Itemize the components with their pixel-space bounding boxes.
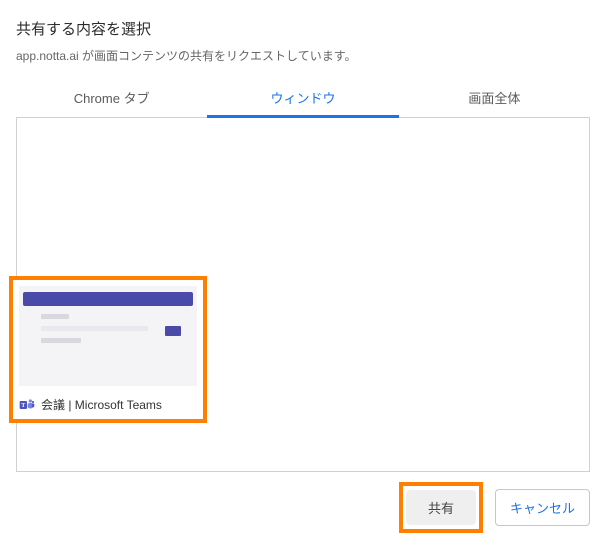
- window-tile-teams[interactable]: T 会議 | Microsoft Teams: [9, 276, 207, 423]
- dialog-subtitle: app.notta.ai が画面コンテンツの共有をリクエストしています。: [16, 47, 590, 64]
- cancel-button[interactable]: キャンセル: [495, 489, 590, 526]
- svg-text:T: T: [21, 403, 25, 409]
- teams-icon: T: [19, 397, 35, 413]
- window-list: T 会議 | Microsoft Teams: [16, 118, 590, 472]
- share-button-highlight: 共有: [399, 482, 483, 533]
- share-dialog: 共有する内容を選択 app.notta.ai が画面コンテンツの共有をリクエスト…: [0, 0, 606, 547]
- dialog-footer: 共有 キャンセル: [16, 472, 590, 533]
- source-tabs: Chrome タブ ウィンドウ 画面全体: [16, 78, 590, 118]
- window-thumbnail: [19, 286, 197, 386]
- window-caption: T 会議 | Microsoft Teams: [19, 386, 197, 413]
- tab-window[interactable]: ウィンドウ: [207, 78, 398, 117]
- tab-chrome[interactable]: Chrome タブ: [16, 78, 207, 117]
- tab-entire-screen[interactable]: 画面全体: [399, 78, 590, 117]
- share-button[interactable]: 共有: [406, 490, 476, 525]
- window-label: 会議 | Microsoft Teams: [41, 396, 162, 413]
- dialog-title: 共有する内容を選択: [16, 18, 590, 39]
